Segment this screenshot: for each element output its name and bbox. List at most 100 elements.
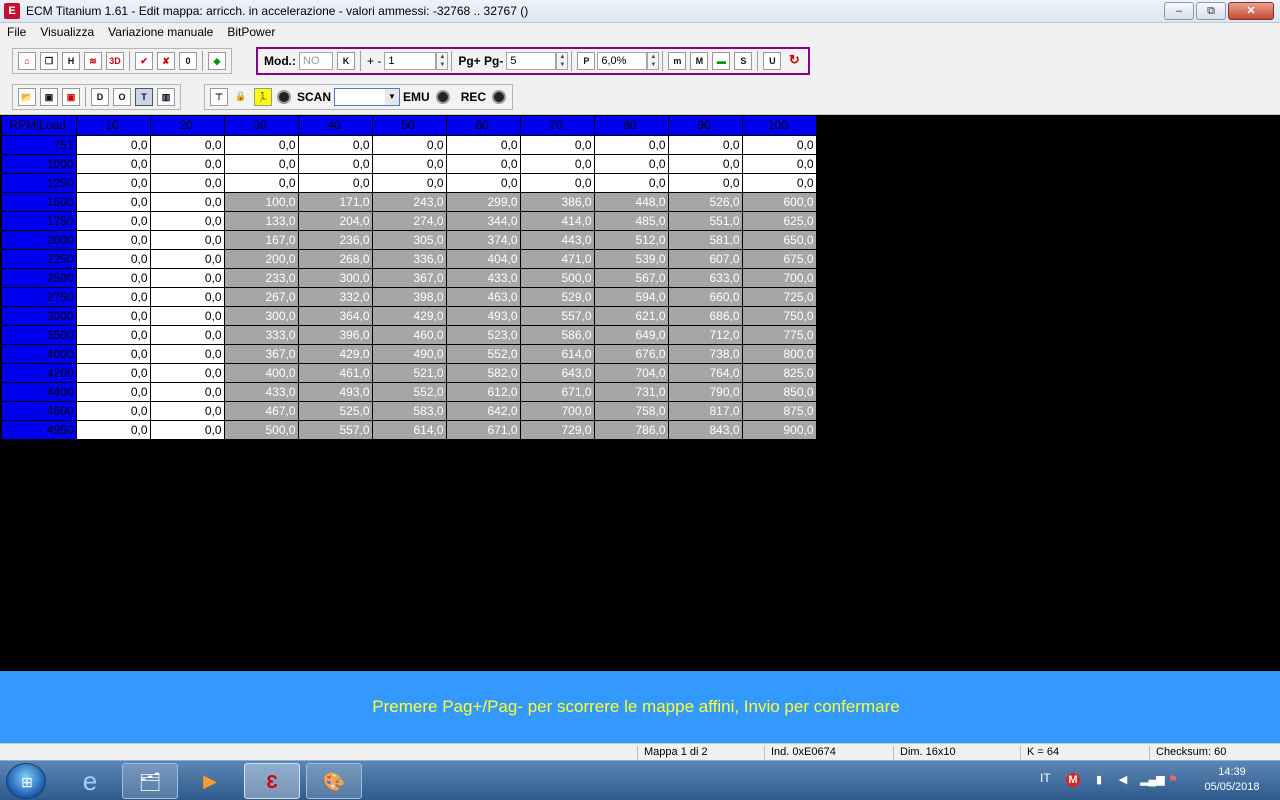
map-cell[interactable]: 374,0 [446, 230, 521, 250]
map-cell[interactable]: 643,0 [520, 363, 595, 383]
map-cell[interactable]: 0,0 [372, 135, 447, 155]
map-cell[interactable]: 0,0 [76, 382, 151, 402]
map-cell[interactable]: 843,0 [668, 420, 743, 440]
map-cell[interactable]: 800,0 [742, 344, 817, 364]
open-icon[interactable]: 📂 [18, 88, 36, 106]
map-cell[interactable]: 396,0 [298, 325, 373, 345]
map-cell[interactable]: 0,0 [150, 154, 225, 174]
map-cell[interactable]: 0,0 [446, 154, 521, 174]
map-cell[interactable]: 460,0 [372, 325, 447, 345]
map-cell[interactable]: 0,0 [298, 154, 373, 174]
map-cell[interactable]: 521,0 [372, 363, 447, 383]
map-cell[interactable]: 0,0 [150, 325, 225, 345]
map-cell[interactable]: 557,0 [520, 306, 595, 326]
volume-icon[interactable]: ◀ [1116, 773, 1130, 787]
map-cell[interactable]: 621,0 [594, 306, 669, 326]
scan-toggle-icon[interactable] [277, 90, 291, 104]
map-cell[interactable]: 485,0 [594, 211, 669, 231]
map-cell[interactable]: 825,0 [742, 363, 817, 383]
m-icon[interactable]: M [690, 52, 709, 70]
terminal-icon[interactable]: ⊤ [210, 88, 228, 106]
step-spinner[interactable]: ▲ ▼ [436, 52, 449, 70]
map-cell[interactable]: 557,0 [298, 420, 373, 440]
save-icon[interactable]: ▣ [40, 88, 58, 106]
map-cell[interactable]: 0,0 [76, 173, 151, 193]
map-cell[interactable]: 614,0 [372, 420, 447, 440]
map-cell[interactable]: 0,0 [150, 306, 225, 326]
map-cell[interactable]: 875,0 [742, 401, 817, 421]
map-cell[interactable]: 700,0 [742, 268, 817, 288]
map-cell[interactable]: 675,0 [742, 249, 817, 269]
map-cell[interactable]: 493,0 [298, 382, 373, 402]
zero-icon[interactable]: 0 [179, 52, 197, 70]
save-as-icon[interactable]: ▣ [62, 88, 80, 106]
map-cell[interactable]: 0,0 [150, 230, 225, 250]
map-cell[interactable]: 539,0 [594, 249, 669, 269]
ie-icon[interactable]: e [62, 763, 118, 799]
t-icon[interactable]: T [135, 88, 153, 106]
map-cell[interactable]: 204,0 [298, 211, 373, 231]
map-cell[interactable]: 0,0 [76, 154, 151, 174]
lock-icon[interactable]: 🔒 [232, 88, 250, 106]
map-cell[interactable]: 0,0 [298, 135, 373, 155]
map-cell[interactable]: 0,0 [520, 154, 595, 174]
pg-spinner[interactable]: ▲ ▼ [556, 52, 569, 70]
map-cell[interactable]: 660,0 [668, 287, 743, 307]
map-cell[interactable]: 267,0 [224, 287, 299, 307]
map-cell[interactable]: 333,0 [224, 325, 299, 345]
map-cell[interactable]: 786,0 [594, 420, 669, 440]
map-cell[interactable]: 0,0 [150, 135, 225, 155]
map-cell[interactable]: 0,0 [76, 420, 151, 440]
map-cell[interactable]: 551,0 [668, 211, 743, 231]
map-cell[interactable]: 671,0 [520, 382, 595, 402]
map-cell[interactable]: 300,0 [224, 306, 299, 326]
map-cell[interactable]: 332,0 [298, 287, 373, 307]
map-cell[interactable]: 490,0 [372, 344, 447, 364]
map-cell[interactable]: 594,0 [594, 287, 669, 307]
map-cell[interactable]: 433,0 [224, 382, 299, 402]
map-cell[interactable]: 523,0 [446, 325, 521, 345]
map-cell[interactable]: 493,0 [446, 306, 521, 326]
map-cell[interactable]: 461,0 [298, 363, 373, 383]
check-icon[interactable]: ✔ [135, 52, 153, 70]
map-cell[interactable]: 443,0 [520, 230, 595, 250]
map-cell[interactable]: 243,0 [372, 192, 447, 212]
map-cell[interactable]: 512,0 [594, 230, 669, 250]
map-cell[interactable]: 500,0 [520, 268, 595, 288]
clock[interactable]: 14:39 05/05/2018 [1202, 765, 1262, 795]
map-cell[interactable]: 414,0 [520, 211, 595, 231]
map-cell[interactable]: 0,0 [594, 173, 669, 193]
map-cell[interactable]: 386,0 [520, 192, 595, 212]
map-cell[interactable]: 0,0 [150, 363, 225, 383]
map-cell[interactable]: 0,0 [76, 192, 151, 212]
map-cell[interactable]: 0,0 [76, 401, 151, 421]
map-cell[interactable]: 433,0 [446, 268, 521, 288]
map-cell[interactable]: 336,0 [372, 249, 447, 269]
antivirus-icon[interactable]: M [1066, 773, 1080, 787]
map-cell[interactable]: 0,0 [150, 173, 225, 193]
map-cell[interactable]: 0,0 [76, 211, 151, 231]
map-cell[interactable]: 764,0 [668, 363, 743, 383]
map-cell[interactable]: 738,0 [668, 344, 743, 364]
step-input[interactable]: 1 [384, 52, 437, 70]
h-icon[interactable]: H [62, 52, 80, 70]
map-cell[interactable]: 712,0 [668, 325, 743, 345]
start-button[interactable]: ⊞ [6, 763, 46, 799]
map-cell[interactable]: 500,0 [224, 420, 299, 440]
map-cell[interactable]: 900,0 [742, 420, 817, 440]
map-cell[interactable]: 790,0 [668, 382, 743, 402]
map-cell[interactable]: 0,0 [224, 135, 299, 155]
map-cell[interactable]: 642,0 [446, 401, 521, 421]
emu-toggle-icon[interactable] [435, 90, 450, 104]
language-indicator[interactable]: IT [1040, 771, 1051, 785]
map-cell[interactable]: 700,0 [520, 401, 595, 421]
map-cell[interactable]: 725,0 [742, 287, 817, 307]
s-icon[interactable]: S [734, 52, 753, 70]
map-cell[interactable]: 0,0 [76, 230, 151, 250]
chart-icon[interactable]: ≋ [84, 52, 102, 70]
map-cell[interactable]: 582,0 [446, 363, 521, 383]
map-cell[interactable]: 0,0 [446, 173, 521, 193]
rec-toggle-icon[interactable] [492, 90, 507, 104]
hex-icon[interactable]: ▬ [712, 52, 731, 70]
map-cell[interactable]: 429,0 [298, 344, 373, 364]
